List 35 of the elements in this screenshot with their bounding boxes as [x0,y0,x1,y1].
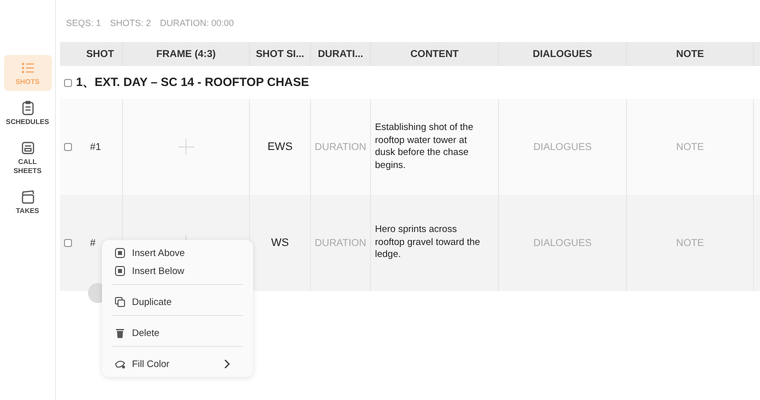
row-checkbox[interactable] [64,239,72,247]
stat-text: SHOTS: 2 [110,18,152,30]
sheet-icon [20,140,36,156]
list-icon [20,60,36,76]
menu-item[interactable]: Insert Above [102,244,253,262]
trash-icon [114,327,126,339]
menu-item[interactable]: Delete [112,315,243,342]
insert-icon [114,265,126,277]
column-header: DURATI... [311,42,371,66]
fill-icon [114,358,126,370]
group-checkbox[interactable] [64,78,72,86]
row-checkbox[interactable] [64,143,72,151]
menu-item[interactable]: Insert Below [102,262,253,280]
duplicate-icon [114,296,126,308]
column-header: FRAME (4:3) [123,42,250,66]
table-cell: WS [271,237,289,249]
content-text: Hero sprints across rooftop gravel toward the ledge. [375,224,482,262]
group-title: 1、EXT. DAY – SC 14 - ROOFTOP CHASE [76,74,309,91]
stat-text: DURATION: 00:00 [160,18,234,30]
content-text: Establishing shot of the rooftop water tower at dusk before the chase begins. [375,122,474,172]
column-header: SHOT [60,42,123,66]
column-header: CONTENT [371,42,499,66]
chevron-icon [223,359,231,369]
menu-item[interactable]: Fill Color [112,346,243,373]
column-header: DIALOGUES [499,42,627,66]
menu-item[interactable]: Duplicate [112,284,243,311]
column-header: NOTE [627,42,754,66]
table-cell: EWS [267,141,293,153]
insert-icon [114,247,126,259]
shot-number: #1 [90,142,102,152]
shot-number: # [90,238,96,248]
clapper-icon [20,189,36,205]
column-header: SHOT SI... [250,42,311,66]
stat-text: SEQS: 1 [66,18,102,30]
clipboard-icon [20,100,36,116]
